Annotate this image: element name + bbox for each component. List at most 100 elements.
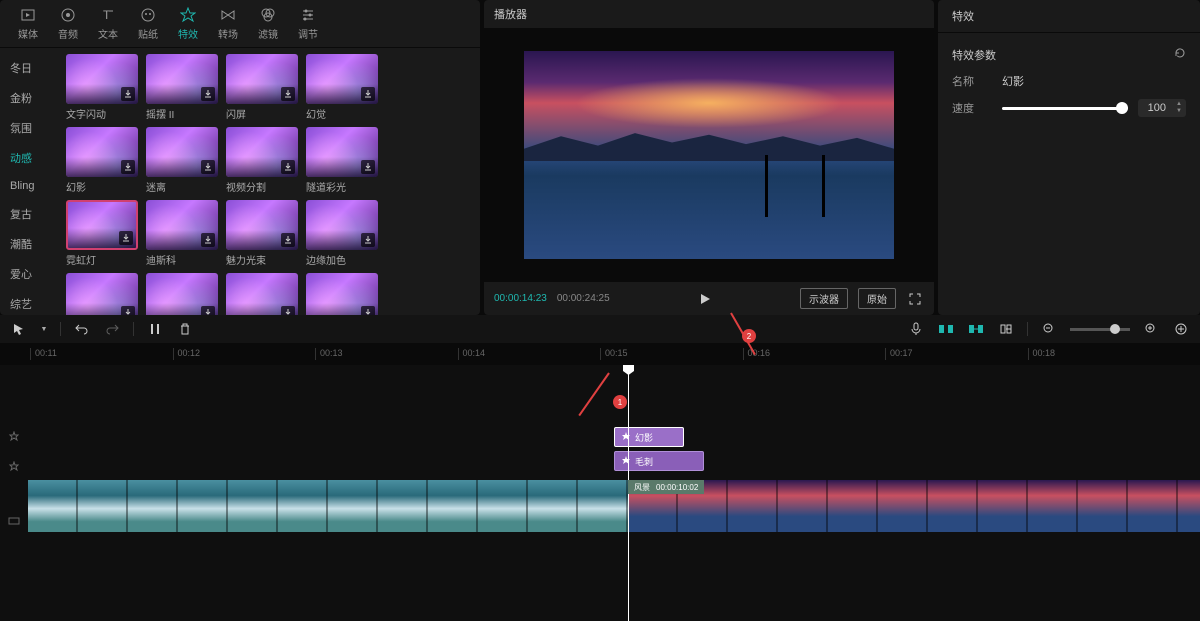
split-button[interactable]	[146, 320, 164, 338]
category-trendy[interactable]: 潮酷	[4, 232, 56, 256]
category-atmosphere[interactable]: 氛围	[4, 116, 56, 140]
effect-thumb[interactable]	[146, 54, 218, 104]
effect-thumb[interactable]	[146, 273, 218, 315]
timeline-area[interactable]: 幻影 毛刺 风景 00:00:10:02 1 2	[0, 365, 1200, 621]
download-icon[interactable]	[121, 87, 135, 101]
download-icon[interactable]	[361, 87, 375, 101]
download-icon[interactable]	[201, 233, 215, 247]
annotation-1: 1	[613, 395, 627, 409]
effect-thumb[interactable]	[226, 54, 298, 104]
effect-thumb[interactable]	[66, 273, 138, 315]
effect-item[interactable]: 文字闪动	[66, 54, 138, 121]
category-dynamic[interactable]: 动感	[4, 146, 56, 170]
effect-thumb[interactable]	[226, 273, 298, 315]
download-icon[interactable]	[201, 160, 215, 174]
category-goldpowder[interactable]: 金粉	[4, 86, 56, 110]
category-retro[interactable]: 复古	[4, 202, 56, 226]
download-icon[interactable]	[281, 87, 295, 101]
fullscreen-button[interactable]	[906, 290, 924, 308]
effect-item[interactable]: 闪屏	[226, 54, 298, 121]
effect-item[interactable]: 霓虹灯	[66, 200, 138, 267]
player-viewport[interactable]	[484, 28, 934, 282]
download-icon[interactable]	[201, 87, 215, 101]
fx-track-icon-2[interactable]	[0, 455, 28, 479]
download-icon[interactable]	[361, 306, 375, 315]
redo-button[interactable]	[103, 320, 121, 338]
effect-thumb[interactable]	[306, 200, 378, 250]
effect-item[interactable]: 视频分割	[226, 127, 298, 194]
fx-track-icon[interactable]	[0, 425, 28, 449]
download-icon[interactable]	[281, 160, 295, 174]
play-button[interactable]	[697, 291, 713, 307]
speed-slider[interactable]	[1002, 107, 1128, 110]
download-icon[interactable]	[121, 306, 135, 315]
effect-item[interactable]	[226, 273, 298, 315]
effect-item[interactable]: 迷离	[146, 127, 218, 194]
effect-thumb[interactable]	[226, 200, 298, 250]
effect-thumb[interactable]	[306, 127, 378, 177]
effect-item[interactable]: 魅力光束	[226, 200, 298, 267]
tab-adjust[interactable]: 调节	[288, 4, 328, 43]
category-heart[interactable]: 爱心	[4, 262, 56, 286]
tab-sticker[interactable]: 贴纸	[128, 4, 168, 43]
download-icon[interactable]	[119, 231, 133, 245]
video-clip-header[interactable]: 风景 00:00:10:02	[628, 480, 704, 494]
tab-filter[interactable]: 滤镜	[248, 4, 288, 43]
ruler-tick: 00:15	[600, 348, 743, 360]
effect-thumb[interactable]	[146, 127, 218, 177]
effect-item[interactable]: 摇摆 II	[146, 54, 218, 121]
fx-clip-phantom[interactable]: 幻影	[614, 427, 684, 447]
category-bling[interactable]: Bling	[4, 176, 56, 196]
reset-button[interactable]	[1174, 47, 1186, 63]
effect-item[interactable]: 幻影	[66, 127, 138, 194]
effect-thumb[interactable]	[66, 54, 138, 104]
video-clip-2[interactable]	[628, 480, 1200, 532]
speed-stepper[interactable]: ▲▼	[1174, 101, 1184, 115]
download-icon[interactable]	[361, 233, 375, 247]
effect-item[interactable]: 迪斯科	[146, 200, 218, 267]
zoom-slider[interactable]	[1070, 328, 1130, 331]
video-clip-1[interactable]	[28, 480, 628, 532]
effect-thumb[interactable]	[146, 200, 218, 250]
category-variety[interactable]: 综艺	[4, 292, 56, 315]
effect-item[interactable]: 边缘加色	[306, 200, 378, 267]
effect-item[interactable]: 隧道彩光	[306, 127, 378, 194]
tab-effects[interactable]: 特效	[168, 4, 208, 43]
cursor-dropdown[interactable]: ▼	[40, 320, 48, 338]
undo-button[interactable]	[73, 320, 91, 338]
delete-button[interactable]	[176, 320, 194, 338]
record-voiceover-button[interactable]	[907, 320, 925, 338]
zoom-fit-button[interactable]	[1172, 320, 1190, 338]
effect-thumb[interactable]	[306, 273, 378, 315]
tab-audio[interactable]: 音频	[48, 4, 88, 43]
link-toggle[interactable]	[967, 320, 985, 338]
download-icon[interactable]	[281, 233, 295, 247]
effect-item[interactable]: 幻觉	[306, 54, 378, 121]
original-button[interactable]: 原始	[858, 288, 896, 309]
tab-text[interactable]: T文本	[88, 4, 128, 43]
download-icon[interactable]	[281, 306, 295, 315]
video-track[interactable]	[28, 480, 1200, 532]
zoom-in-button[interactable]	[1142, 320, 1160, 338]
scope-button[interactable]: 示波器	[800, 288, 848, 309]
snap-toggle[interactable]	[937, 320, 955, 338]
zoom-out-button[interactable]	[1040, 320, 1058, 338]
video-track-icon[interactable]	[0, 509, 28, 533]
tab-media[interactable]: 媒体	[8, 4, 48, 43]
tab-transition[interactable]: 转场	[208, 4, 248, 43]
category-winter[interactable]: 冬日	[4, 56, 56, 80]
effect-item[interactable]	[146, 273, 218, 315]
effect-thumb[interactable]	[226, 127, 298, 177]
download-icon[interactable]	[361, 160, 375, 174]
effect-item[interactable]	[306, 273, 378, 315]
timeline-ruler[interactable]: 00:1100:1200:1300:1400:1500:1600:1700:18	[0, 343, 1200, 365]
effect-thumb[interactable]	[66, 200, 138, 250]
download-icon[interactable]	[201, 306, 215, 315]
effect-thumb[interactable]	[66, 127, 138, 177]
speed-input[interactable]: 100 ▲▼	[1138, 99, 1186, 117]
preview-toggle[interactable]	[997, 320, 1015, 338]
download-icon[interactable]	[121, 160, 135, 174]
effect-item[interactable]	[66, 273, 138, 315]
cursor-tool[interactable]	[10, 320, 28, 338]
effect-thumb[interactable]	[306, 54, 378, 104]
